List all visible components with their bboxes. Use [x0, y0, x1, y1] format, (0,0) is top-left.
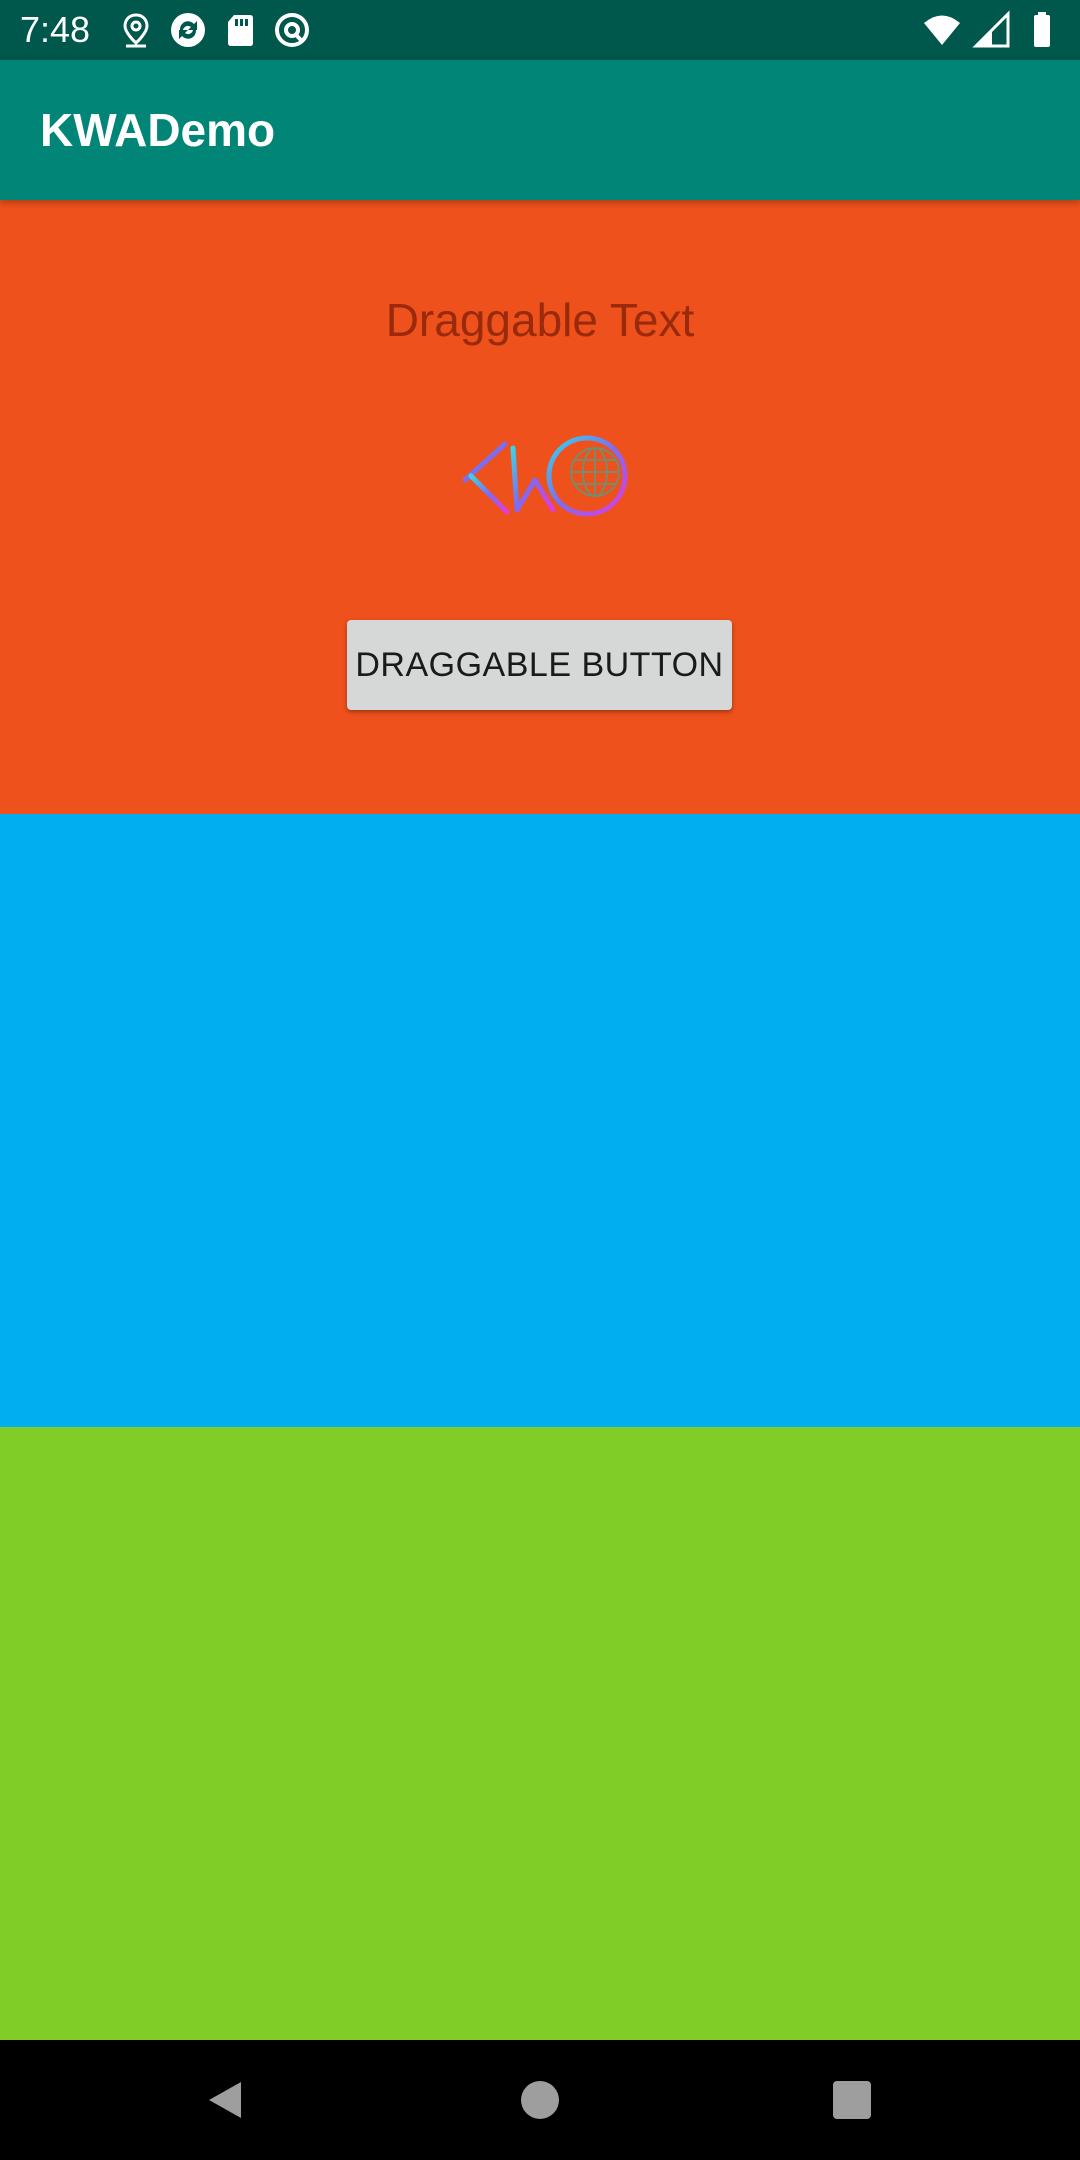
status-bar: 7:48: [0, 0, 1080, 60]
sd-card-icon: [220, 10, 260, 50]
draggable-text[interactable]: Draggable Text: [0, 290, 1080, 350]
draggable-button[interactable]: DRAGGABLE BUTTON: [347, 620, 732, 710]
location-pin-icon: [116, 10, 156, 50]
app-title: KWADemo: [40, 104, 276, 156]
recents-icon[interactable]: [833, 2081, 871, 2119]
app-bar: KWADemo: [0, 60, 1080, 200]
do-not-disturb-icon: [272, 10, 312, 50]
back-icon[interactable]: [205, 2080, 245, 2120]
navigation-bar: [0, 2040, 1080, 2160]
drop-panel-bottom[interactable]: [0, 1427, 1080, 2040]
drop-panel-middle[interactable]: [0, 814, 1080, 1427]
sync-icon: [168, 10, 208, 50]
status-icons-right: [922, 10, 1062, 50]
home-icon[interactable]: [521, 2081, 559, 2119]
status-time: 7:48: [20, 9, 91, 50]
cell-signal-icon: [972, 10, 1012, 50]
wifi-icon: [922, 10, 962, 50]
battery-icon: [1022, 10, 1062, 50]
kw-logo[interactable]: [455, 430, 635, 520]
status-icons-left: [116, 10, 312, 50]
